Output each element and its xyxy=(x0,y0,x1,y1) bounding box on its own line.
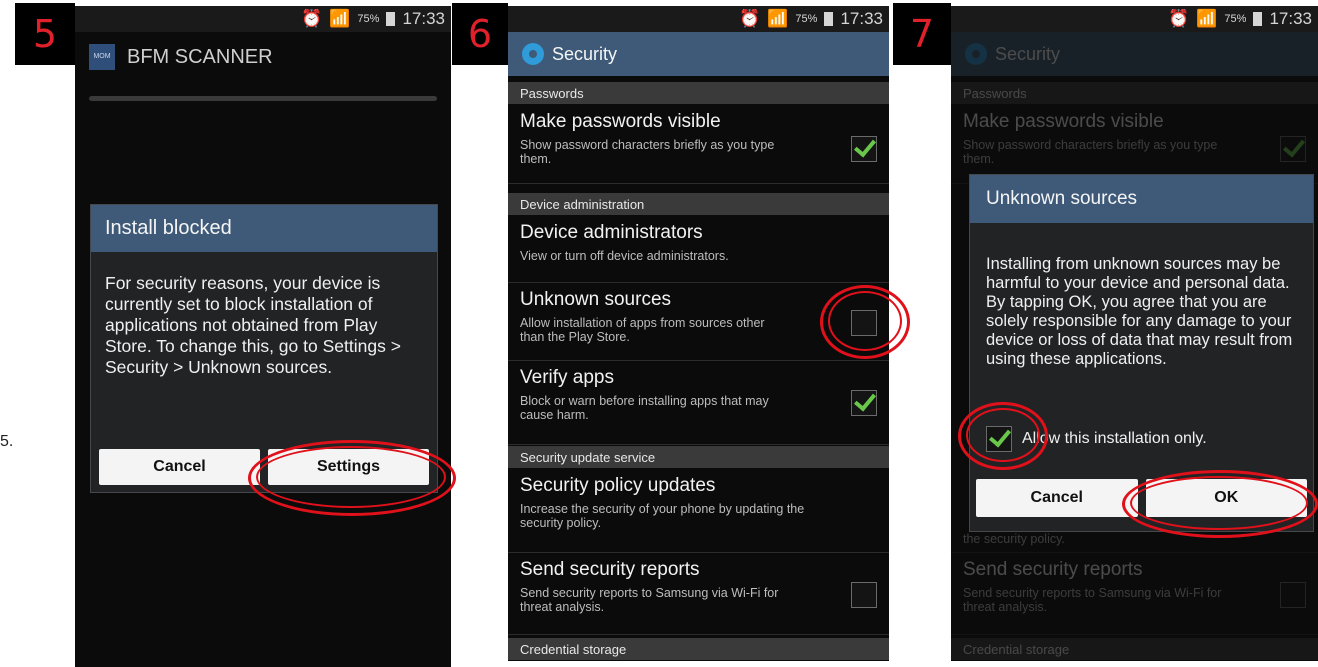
section-passwords: Passwords xyxy=(951,82,1318,104)
battery-percent: 75% xyxy=(357,13,380,25)
item-desc: View or turn off device administrators. xyxy=(520,249,729,263)
item-title: Device administrators xyxy=(520,222,703,243)
battery-icon xyxy=(824,12,834,26)
checkbox-send-security-reports[interactable] xyxy=(851,582,877,608)
clock: 17:33 xyxy=(840,9,883,28)
item-security-policy-updates[interactable]: Security policy updates Increase the sec… xyxy=(508,468,889,553)
status-bar: ⏰ 📶 75% 17:33 xyxy=(75,6,451,32)
dialog-title: Install blocked xyxy=(91,205,437,252)
dialog-title: Unknown sources xyxy=(970,175,1313,223)
status-bar: ⏰ 📶 75% 17:33 xyxy=(951,6,1318,32)
item-device-administrators[interactable]: Device administrators View or turn off d… xyxy=(508,215,889,283)
item-desc: Show password characters briefly as you … xyxy=(963,138,1218,166)
item-title: Send security reports xyxy=(520,559,700,580)
progress-bar xyxy=(89,96,437,101)
security-header: Security xyxy=(508,32,889,76)
wifi-icon: 📶 xyxy=(329,9,351,28)
alarm-icon: ⏰ xyxy=(739,9,761,28)
dialog-message: For security reasons, your device is cur… xyxy=(105,273,401,377)
item-title: Unknown sources xyxy=(520,289,672,310)
item-desc: Allow installation of apps from sources … xyxy=(520,316,765,344)
phone-screen-install-blocked: ⏰ 📶 75% 17:33 MOM BFM SCANNER Install bl… xyxy=(75,6,451,667)
checkbox-verify-apps[interactable] xyxy=(851,390,877,416)
security-title: Security xyxy=(552,43,618,64)
clock: 17:33 xyxy=(402,9,445,28)
step-number-7: 7 xyxy=(893,3,951,65)
gear-icon xyxy=(522,43,544,65)
security-title: Security xyxy=(995,43,1061,64)
item-title: Make passwords visible xyxy=(520,111,721,132)
checkbox-send-security-reports xyxy=(1280,582,1306,608)
section-passwords: Passwords xyxy=(508,82,889,104)
wifi-icon: 📶 xyxy=(1196,9,1218,28)
alarm-icon: ⏰ xyxy=(301,9,323,28)
item-desc: Increase the security of your phone by u… xyxy=(520,502,805,530)
cancel-button[interactable]: Cancel xyxy=(99,449,260,485)
item-make-passwords-visible: Make passwords visible Show password cha… xyxy=(951,104,1318,184)
annotation-circle-ok-inner xyxy=(1130,476,1308,530)
item-verify-apps[interactable]: Verify apps Block or warn before install… xyxy=(508,360,889,445)
gear-icon xyxy=(965,43,987,65)
item-make-passwords-visible[interactable]: Make passwords visible Show password cha… xyxy=(508,104,889,184)
item-title: Verify apps xyxy=(520,367,614,388)
checkbox-make-passwords-visible[interactable] xyxy=(851,136,877,162)
section-credential-storage: Credential storage xyxy=(951,638,1318,660)
step-number-5: 5 xyxy=(15,3,75,65)
dialog-message: Installing from unknown sources may be h… xyxy=(986,255,1293,368)
app-logo: MOM xyxy=(89,44,115,70)
checkbox-make-passwords-visible xyxy=(1280,136,1306,162)
cancel-button[interactable]: Cancel xyxy=(976,479,1138,517)
app-title: BFM SCANNER xyxy=(127,45,273,68)
battery-icon xyxy=(386,12,396,26)
security-header: Security xyxy=(951,32,1318,76)
section-credential-storage: Credential storage xyxy=(508,638,889,660)
battery-icon xyxy=(1253,12,1263,26)
alarm-icon: ⏰ xyxy=(1168,9,1190,28)
item-desc: Send security reports to Samsung via Wi-… xyxy=(520,586,779,614)
battery-percent: 75% xyxy=(1224,13,1247,25)
annotation-circle-unknown-sources-inner xyxy=(828,291,902,351)
checkbox-label: Allow this installation only. xyxy=(1022,430,1207,447)
item-desc: Send security reports to Samsung via Wi-… xyxy=(963,586,1222,614)
item-send-security-reports[interactable]: Send security reports Send security repo… xyxy=(508,552,889,635)
battery-percent: 75% xyxy=(795,13,818,25)
annotation-circle-allow-checkbox-inner xyxy=(966,408,1040,462)
annotation-circle-settings-inner xyxy=(256,446,446,508)
wifi-icon: 📶 xyxy=(767,9,789,28)
item-desc: Show password characters briefly as you … xyxy=(520,138,775,166)
section-device-administration: Device administration xyxy=(508,193,889,215)
item-title: Security policy updates xyxy=(520,475,716,496)
item-title: Send security reports xyxy=(963,559,1143,580)
status-bar: ⏰ 📶 75% 17:33 xyxy=(508,6,889,32)
stray-text: 5. xyxy=(0,433,14,450)
item-send-security-reports: Send security reports Send security repo… xyxy=(951,552,1318,635)
item-title: Make passwords visible xyxy=(963,111,1164,132)
step-number-6: 6 xyxy=(452,3,508,65)
section-security-update-service: Security update service xyxy=(508,446,889,468)
phone-screen-unknown-sources-dialog: ⏰ 📶 75% 17:33 Security Passwords Make pa… xyxy=(951,6,1318,661)
clock: 17:33 xyxy=(1269,9,1312,28)
item-desc: Block or warn before installing apps tha… xyxy=(520,394,769,422)
app-bar: MOM BFM SCANNER xyxy=(75,32,451,82)
